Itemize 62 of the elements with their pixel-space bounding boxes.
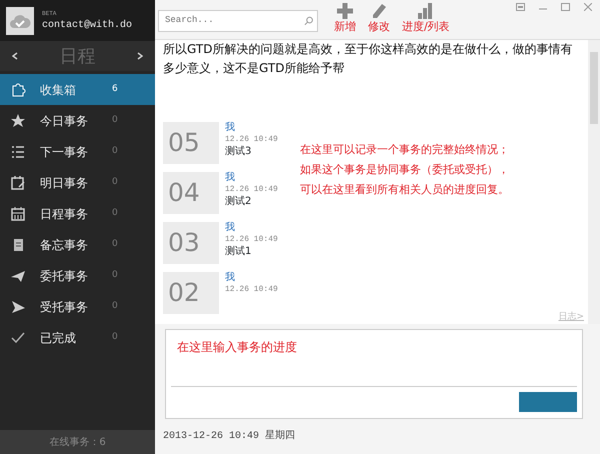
- item-count: 0: [112, 300, 118, 313]
- calendar-icon: [10, 206, 26, 222]
- toolbar-button[interactable]: 修改: [368, 2, 390, 34]
- entry-text: 测试2: [225, 194, 252, 208]
- close-icon[interactable]: [584, 3, 592, 11]
- entry-text: 测试3: [225, 144, 252, 158]
- entry-author[interactable]: 我: [225, 122, 278, 134]
- toolbar-button[interactable]: 进度/列表: [402, 2, 450, 34]
- sidebar-item[interactable]: 下一事务 0: [0, 136, 155, 167]
- scrollbar[interactable]: [588, 40, 600, 324]
- plus-icon: [336, 2, 354, 20]
- entry-time: 12.26 10:49: [225, 184, 278, 195]
- annotation-line: 在这里可以记录一个事务的完整始终情况；: [300, 142, 509, 158]
- toolbar-button[interactable]: 新增: [334, 2, 356, 34]
- date-time: 2013-12-26 10:49 星期四: [162, 428, 296, 444]
- entry-text: 测试1: [225, 244, 252, 258]
- entry-time: 12.26 10:49: [225, 284, 278, 295]
- item-count: 0: [112, 268, 118, 282]
- search-icon: [304, 16, 313, 26]
- bar-chart-icon: [417, 2, 434, 20]
- sidebar-item[interactable]: 日程事务 0: [0, 198, 155, 229]
- cloud-check-icon: [6, 6, 34, 34]
- progress-field[interactable]: 在这里输入事务的进度: [165, 329, 583, 419]
- entry-author[interactable]: 我: [225, 172, 278, 184]
- item-count: 0: [112, 206, 118, 220]
- entry-number: 02: [163, 272, 219, 314]
- list-icon: [10, 144, 26, 160]
- item-count: 0: [112, 114, 118, 127]
- sidebar-item[interactable]: 受托事务 0: [0, 291, 155, 322]
- section-title: 日程: [60, 44, 96, 68]
- search-field[interactable]: Search...: [158, 10, 318, 32]
- task-description: 所以GTD所解决的问题就是高效，至于你这样高效的是在做什么，做的事情有多少意义，这不是GTD所能给予帮: [163, 40, 574, 77]
- item-count: 6: [112, 82, 118, 96]
- sidebar-item[interactable]: 明日事务 0: [0, 167, 155, 198]
- window-mode-icon[interactable]: [516, 3, 525, 11]
- sidebar-item[interactable]: 委托事务 0: [0, 260, 155, 291]
- pencil-icon: [370, 2, 388, 20]
- online-count: 在线事务：6: [0, 430, 155, 454]
- entry-number: 05: [163, 122, 219, 164]
- maximize-icon[interactable]: [561, 3, 570, 11]
- arrow-icon: [10, 298, 26, 314]
- item-count: 0: [112, 238, 118, 251]
- calendar-pen-icon: [10, 174, 26, 190]
- annotation-line: 可以在这里看到所有相关人员的进度回复。: [300, 182, 509, 198]
- account-email: contact@with.do: [42, 18, 132, 32]
- star-icon: [10, 112, 26, 128]
- entry-time: 12.26 10:49: [225, 234, 278, 245]
- sidebar-item[interactable]: 收集箱 6: [0, 74, 155, 105]
- entry-time: 12.26 10:49: [225, 134, 278, 145]
- entry-number: 03: [163, 222, 219, 264]
- item-count: 0: [112, 330, 118, 344]
- entry-number: 04: [163, 172, 219, 214]
- puzzle-icon: [10, 82, 26, 98]
- check-icon: [10, 330, 26, 346]
- sidebar-item[interactable]: 今日事务 0: [0, 105, 155, 136]
- annotation-line: 如果这个事务是协同事务（委托或受托），: [300, 162, 509, 178]
- item-count: 0: [112, 176, 118, 189]
- sidebar-item[interactable]: 已完成 0: [0, 322, 155, 353]
- entry-author[interactable]: 我: [225, 272, 278, 284]
- entry-author[interactable]: 我: [225, 222, 278, 234]
- sidebar-item[interactable]: 备忘事务 0: [0, 229, 155, 260]
- item-count: 0: [112, 144, 118, 158]
